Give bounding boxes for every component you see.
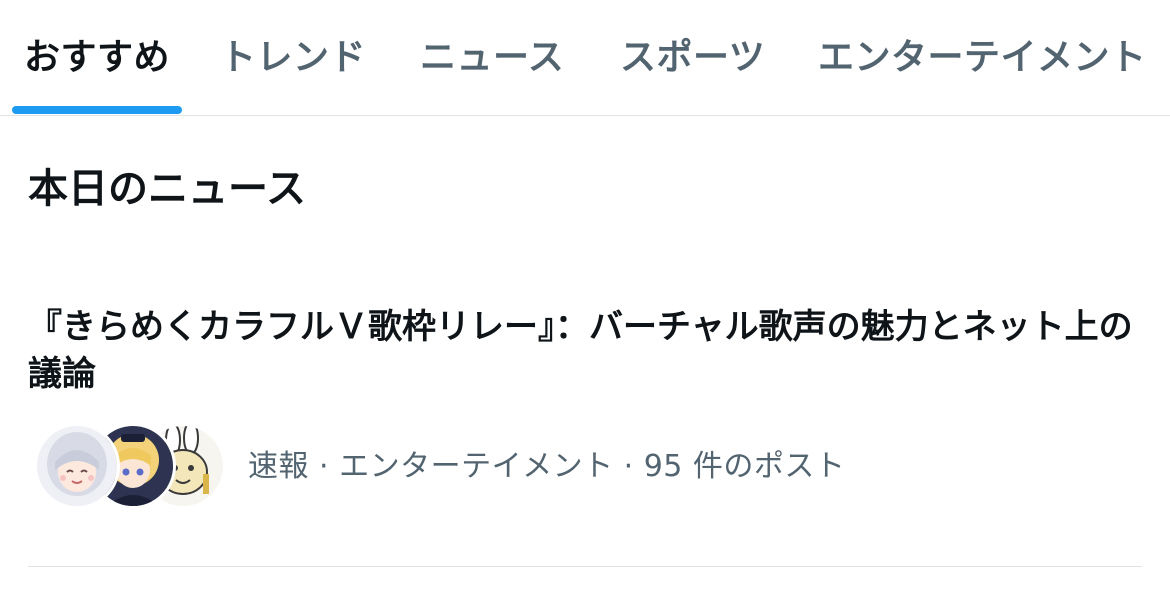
divider [28, 566, 1142, 567]
news-item[interactable]: 『きらめくカラフルＶ歌枠リレー』：バーチャル歌声の魅力とネット上の議論 速報 ·… [0, 290, 1170, 566]
silver-haired-girl-avatar [34, 423, 120, 509]
tab-trending[interactable]: トレンド [220, 0, 366, 116]
active-tab-indicator [12, 106, 182, 114]
tab-entertainment[interactable]: エンターテイメント [818, 0, 1147, 116]
avatar-stack [28, 420, 226, 509]
section-title: 本日のニュース [28, 166, 306, 212]
tab-recommended[interactable]: おすすめ [24, 0, 170, 116]
news-meta: 速報 · エンターテイメント · 95 件のポスト [248, 449, 846, 484]
tab-label: ニュース [420, 37, 565, 78]
explore-tab-bar: おすすめ トレンド ニュース スポーツ エンターテイメント [0, 0, 1170, 116]
tab-label: エンターテイメント [818, 37, 1147, 78]
tab-news[interactable]: ニュース [420, 0, 564, 116]
news-headline: 『きらめくカラフルＶ歌枠リレー』：バーチャル歌声の魅力とネット上の議論 [28, 307, 1133, 394]
tab-sports[interactable]: スポーツ [620, 0, 765, 116]
news-meta-row: 速報 · エンターテイメント · 95 件のポスト [28, 420, 846, 509]
tab-label: トレンド [220, 37, 367, 78]
tab-label: おすすめ [24, 37, 171, 78]
tab-label: スポーツ [620, 37, 766, 78]
